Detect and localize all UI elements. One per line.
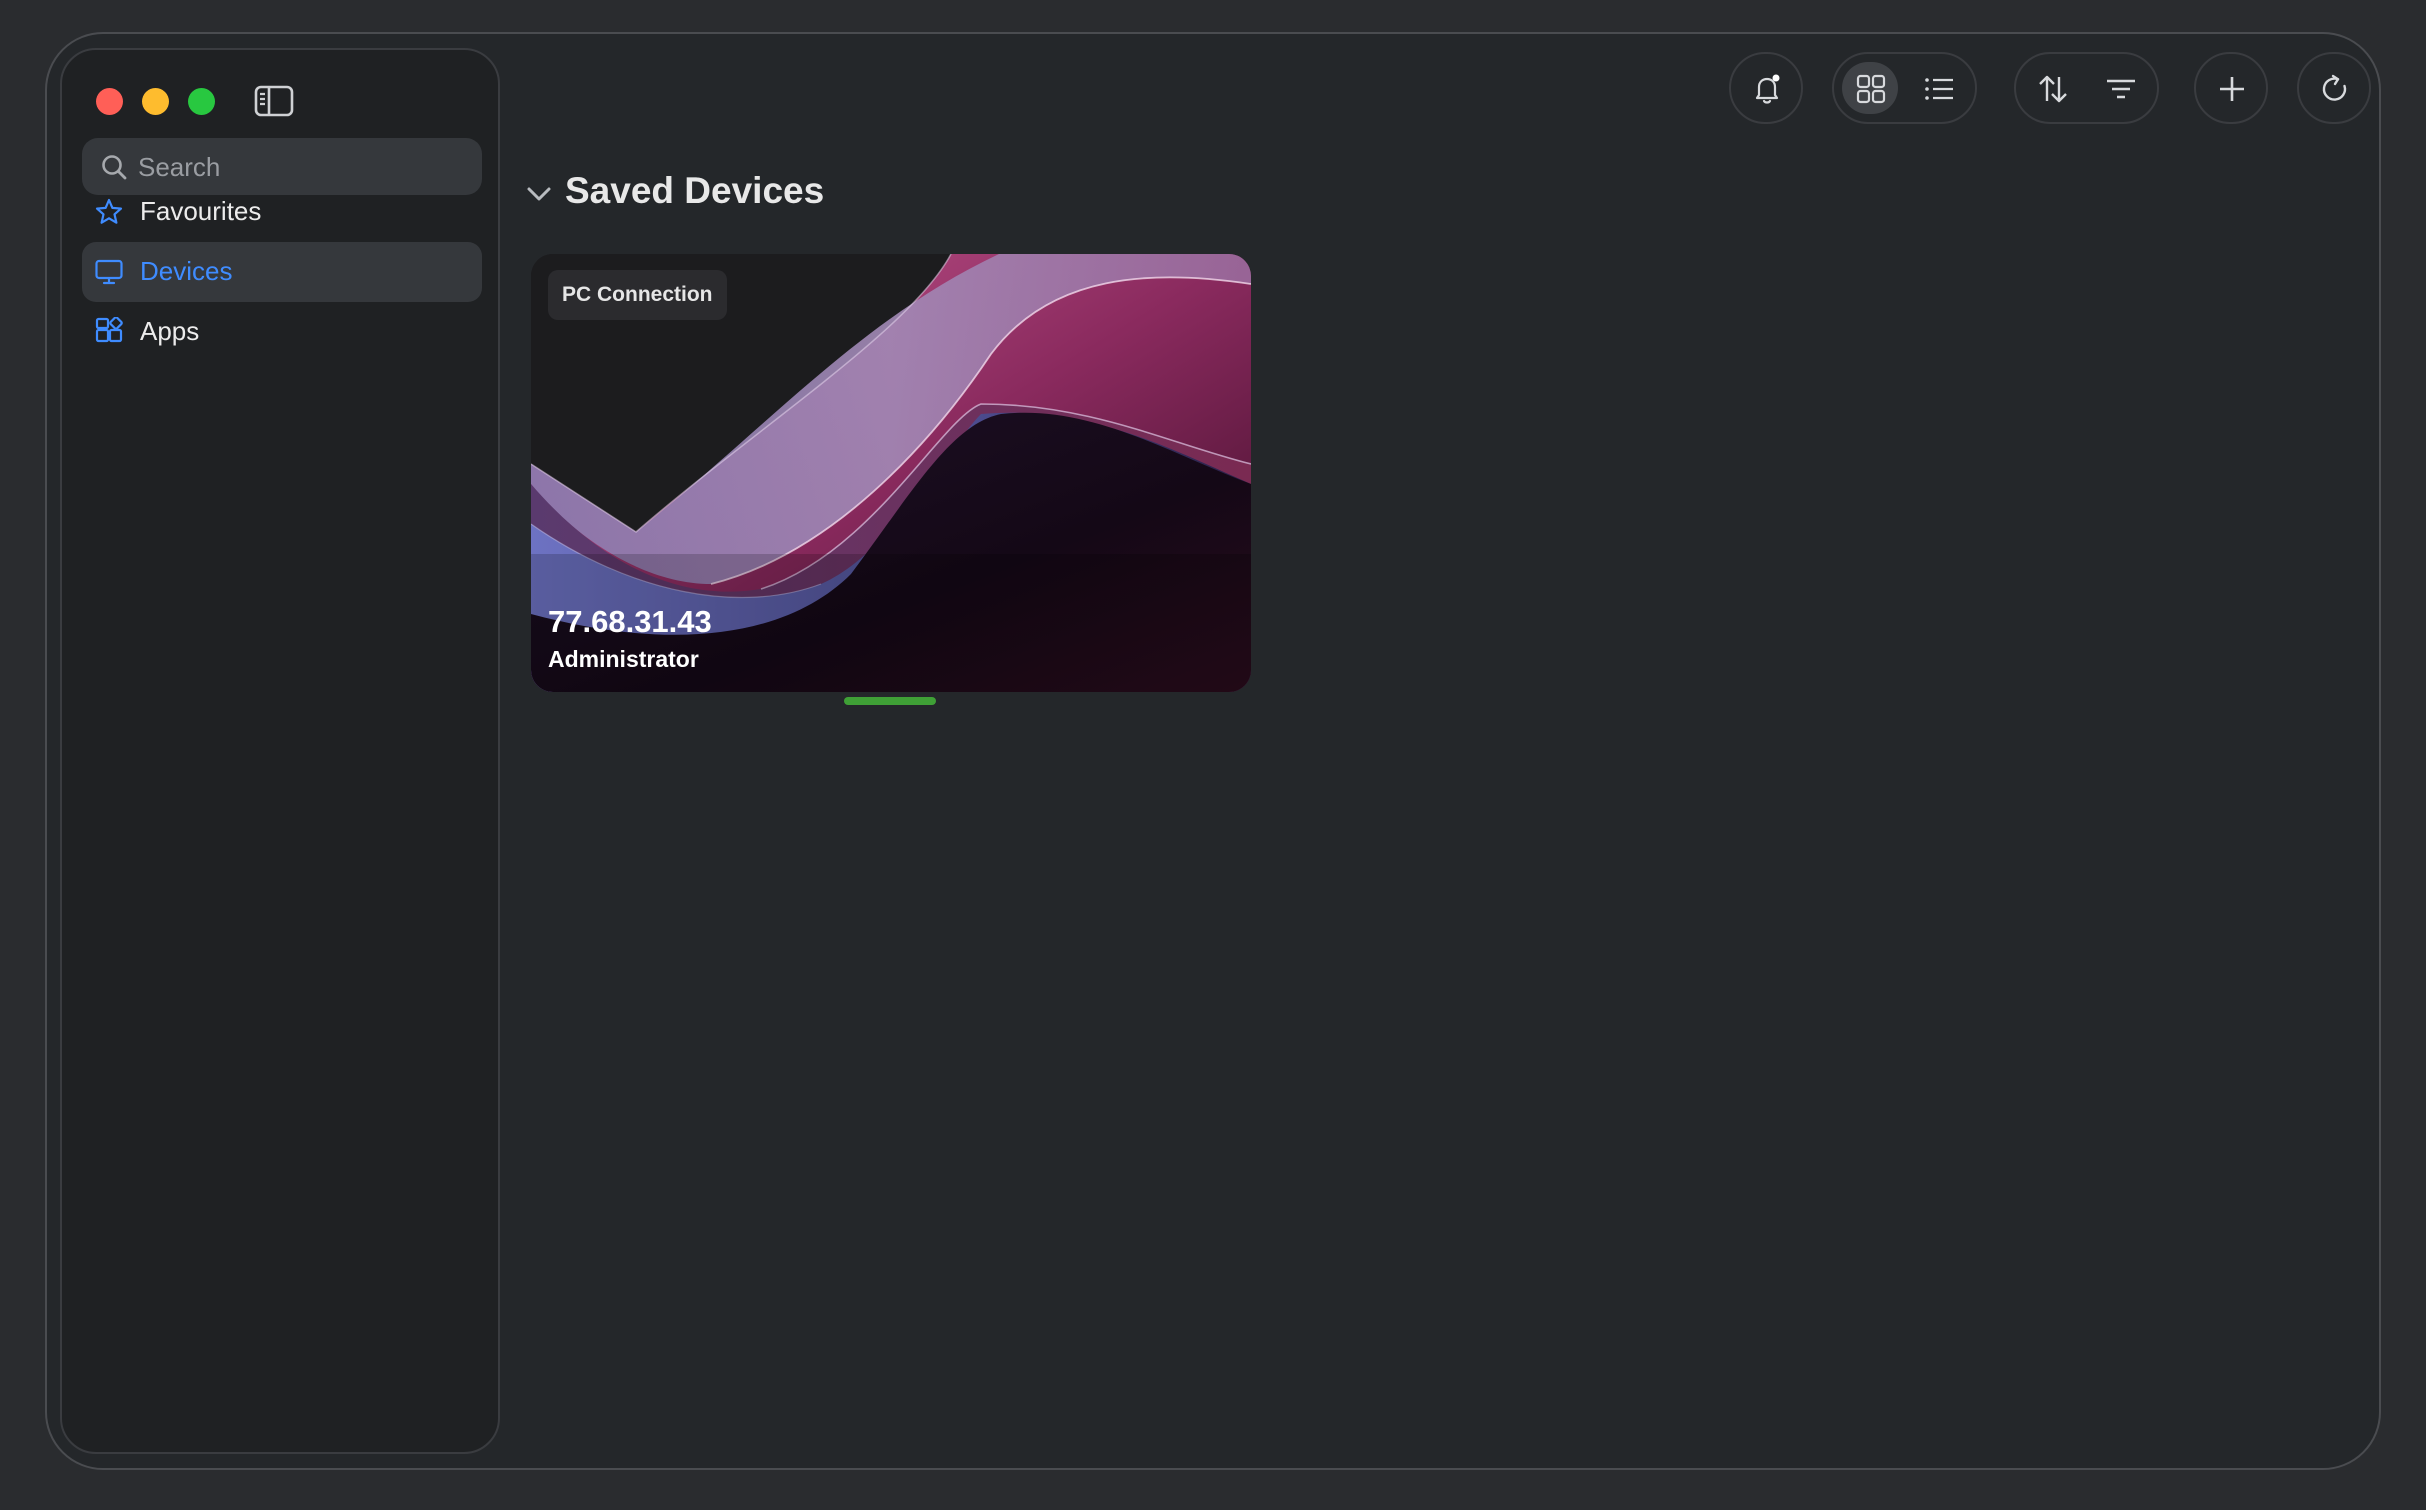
sort-button[interactable] — [2024, 62, 2080, 114]
refresh-icon — [2322, 74, 2347, 101]
connection-type-badge: PC Connection — [548, 270, 727, 320]
sidebar-item-label: Favourites — [140, 196, 262, 226]
filter-icon — [2107, 79, 2135, 99]
list-view-button[interactable] — [1910, 62, 1966, 114]
device-card[interactable]: PC Connection 77.68.31.43 Administrator — [531, 254, 1251, 692]
notifications-button[interactable] — [1738, 62, 1794, 114]
notifications-group — [1729, 52, 1803, 124]
maximize-window-button[interactable] — [188, 88, 215, 115]
sidebar: Favourites Devices Apps — [60, 48, 500, 1454]
section-title: Saved Devices — [565, 170, 825, 211]
grid-icon — [1856, 74, 1886, 104]
sidebar-item-apps[interactable]: Apps — [82, 302, 482, 362]
app-window: Favourites Devices Apps — [45, 32, 2381, 1470]
connection-status-indicator — [844, 697, 936, 705]
search-icon — [102, 155, 127, 180]
sidebar-item-label: Devices — [140, 256, 233, 286]
sidebar-icon — [254, 85, 294, 117]
star-icon — [95, 198, 123, 224]
minimize-window-button[interactable] — [142, 88, 169, 115]
refresh-group — [2297, 52, 2371, 124]
monitor-icon — [95, 259, 123, 285]
sidebar-item-devices[interactable]: Devices — [82, 242, 482, 302]
apps-icon — [95, 317, 123, 343]
sort-icon — [2039, 75, 2067, 103]
close-window-button[interactable] — [96, 88, 123, 115]
refresh-button[interactable] — [2306, 62, 2362, 114]
grid-view-button[interactable] — [1842, 62, 1898, 114]
plus-icon — [2220, 77, 2244, 101]
device-address: 77.68.31.43 — [548, 604, 712, 639]
sidebar-item-favourites[interactable]: Favourites — [82, 182, 482, 242]
chevron-down-icon[interactable] — [525, 182, 553, 206]
bell-icon — [1755, 74, 1780, 104]
sidebar-toggle-button[interactable] — [254, 84, 294, 118]
filter-button[interactable] — [2092, 62, 2148, 114]
sort-filter-group — [2014, 52, 2159, 124]
add-device-button[interactable] — [2203, 62, 2259, 114]
device-user: Administrator — [548, 646, 699, 672]
view-mode-group — [1832, 52, 1977, 124]
sidebar-item-label: Apps — [140, 316, 200, 346]
list-icon — [1925, 78, 1953, 100]
add-group — [2194, 52, 2268, 124]
